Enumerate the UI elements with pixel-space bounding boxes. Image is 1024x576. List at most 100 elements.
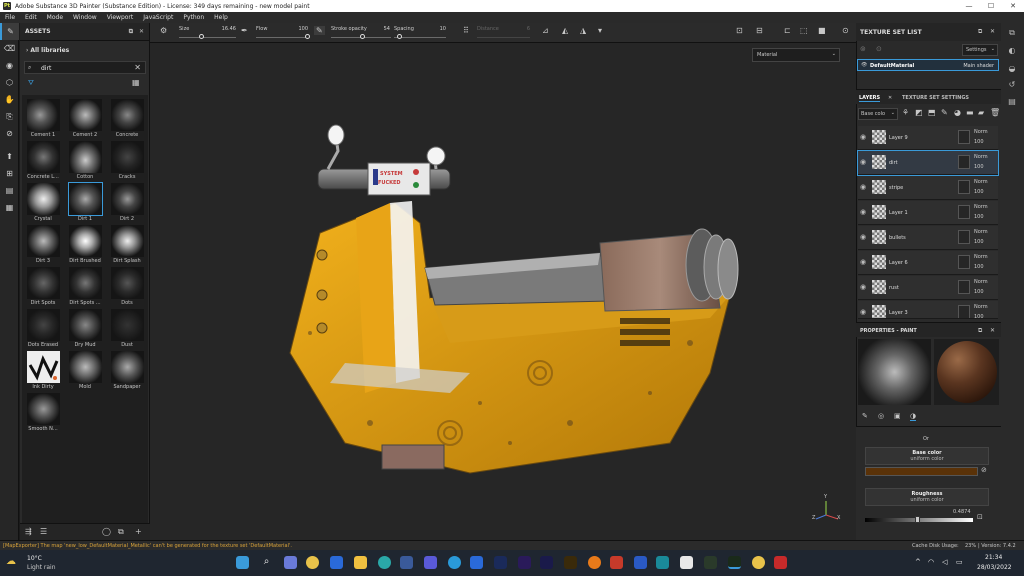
close-button[interactable]: ✕: [1002, 2, 1024, 10]
symmetry-mirror-icon[interactable]: ◮: [580, 26, 586, 35]
layer-opacity[interactable]: 100: [974, 139, 984, 145]
projection-tool[interactable]: ◉: [0, 57, 19, 74]
close-icon[interactable]: ✕: [990, 327, 995, 334]
wifi-icon[interactable]: ◠: [928, 558, 934, 566]
menu-mode[interactable]: Mode: [42, 14, 68, 21]
base-color-swatch[interactable]: [865, 467, 978, 476]
layer-row[interactable]: ◉ stripe Norm 100: [858, 176, 998, 200]
asset-thumbnail[interactable]: Ink Dirty: [24, 351, 62, 393]
assets-close-icon[interactable]: ✕: [139, 28, 144, 35]
tab-texture-set-settings[interactable]: TEXTURE SET SETTINGS: [902, 95, 969, 101]
history-icon[interactable]: ↺: [1002, 80, 1022, 94]
roughness-button[interactable]: Roughness uniform color: [865, 488, 989, 506]
add-folder-icon[interactable]: ▰: [978, 108, 984, 117]
menu-viewport[interactable]: Viewport: [102, 14, 139, 21]
roughness-slider-handle[interactable]: [914, 516, 920, 523]
add-icon[interactable]: +: [135, 527, 142, 536]
chrome-icon[interactable]: [306, 556, 319, 569]
asset-thumbnail[interactable]: Dust: [108, 309, 146, 351]
color-picker-tool[interactable]: ⊘: [0, 125, 19, 142]
eye-icon[interactable]: ◉: [860, 158, 866, 166]
spacing-value[interactable]: 10: [428, 26, 446, 32]
edge-icon[interactable]: [378, 556, 391, 569]
layer-opacity[interactable]: 100: [974, 314, 984, 318]
blend-mode[interactable]: Norm: [974, 179, 988, 185]
shader-settings-icon[interactable]: ◒: [1002, 64, 1022, 78]
size-slider[interactable]: [179, 34, 236, 39]
asset-thumbnail[interactable]: Dirt Spots: [24, 267, 62, 309]
video-camera-icon[interactable]: ■: [818, 26, 826, 35]
designer-icon[interactable]: [704, 556, 717, 569]
store-icon[interactable]: [400, 556, 413, 569]
zoom-icon[interactable]: [470, 556, 483, 569]
blend-mode[interactable]: Norm: [974, 129, 988, 135]
weather-temp[interactable]: 10°C: [27, 555, 42, 562]
eye-icon[interactable]: ◉: [860, 258, 866, 266]
asset-thumbnail[interactable]: Cement 1: [24, 99, 62, 141]
asset-thumbnail[interactable]: Dry Mud: [66, 309, 104, 351]
eye-icon[interactable]: ◉: [860, 208, 866, 216]
eraser-tool[interactable]: ⌫: [0, 40, 19, 57]
stroke-opacity-slider[interactable]: [331, 34, 391, 39]
flow-slider-handle[interactable]: [305, 34, 310, 39]
layer-opacity[interactable]: 100: [974, 264, 984, 270]
import-icon[interactable]: ⇶: [25, 527, 32, 536]
close-icon[interactable]: ✕: [990, 28, 995, 35]
app-icon[interactable]: [752, 556, 765, 569]
shader-name[interactable]: Main shader: [963, 63, 994, 69]
illustrator-icon[interactable]: [564, 556, 577, 569]
clock-date[interactable]: 28/03/2022: [977, 564, 1012, 571]
notepad-icon[interactable]: [680, 556, 693, 569]
menu-javascript[interactable]: JavaScript: [138, 14, 178, 21]
asset-thumbnail[interactable]: Concrete L...: [24, 141, 62, 183]
alignment-icon[interactable]: ⊿: [542, 26, 549, 35]
asset-thumbnail[interactable]: Dirt Spots ...: [66, 267, 104, 309]
maximize-button[interactable]: ☐: [980, 2, 1002, 10]
layer-tool[interactable]: ⊞: [0, 165, 19, 182]
clock-time[interactable]: 21:34: [985, 554, 1002, 561]
eyedropper-icon[interactable]: ⊡: [977, 513, 983, 521]
trash-icon[interactable]: 🗑: [990, 108, 1000, 117]
brush-alpha-preview[interactable]: [858, 339, 931, 405]
refresh-icon[interactable]: ◯: [102, 527, 111, 536]
asset-thumbnail[interactable]: Dots: [108, 267, 146, 309]
add-fill-icon[interactable]: ⬒: [928, 108, 936, 117]
photoshop-icon[interactable]: [494, 556, 507, 569]
polygon-fill-tool[interactable]: ⬡: [0, 74, 19, 91]
tab-layers[interactable]: LAYERS: [859, 95, 881, 102]
blend-mode[interactable]: Norm: [974, 279, 988, 285]
menu-help[interactable]: Help: [209, 14, 233, 21]
filter-icon[interactable]: ⛛: [28, 79, 34, 88]
volume-icon[interactable]: ◁: [942, 558, 947, 566]
search-icon[interactable]: ⌕: [260, 556, 273, 569]
tray-chevron-icon[interactable]: ^: [915, 558, 921, 566]
file-explorer-icon[interactable]: [354, 556, 367, 569]
app-icon[interactable]: [774, 556, 787, 569]
eye-icon[interactable]: 👁: [861, 62, 867, 68]
symmetry-icon[interactable]: ◭: [562, 26, 568, 35]
menu-file[interactable]: File: [0, 14, 20, 21]
start-icon[interactable]: [236, 556, 249, 569]
stroke-opacity-value[interactable]: 54: [372, 26, 390, 32]
clone-tool[interactable]: ⎘: [0, 108, 19, 125]
asset-thumbnail[interactable]: Smooth N...: [24, 393, 62, 435]
layer-opacity[interactable]: 100: [974, 289, 984, 295]
teams-icon[interactable]: [424, 556, 437, 569]
asset-thumbnail[interactable]: Dirt Brushed: [66, 225, 104, 267]
roughness-slider[interactable]: [865, 516, 973, 523]
float-icon[interactable]: ⧉: [978, 327, 982, 335]
log-icon[interactable]: ▤: [1002, 97, 1022, 111]
weather-condition[interactable]: Light rain: [27, 564, 56, 571]
asset-search-box[interactable]: ⌕ dirt ✕: [24, 61, 146, 74]
asset-thumbnail[interactable]: Crystal: [24, 183, 62, 225]
split-view-icon[interactable]: ⊏: [784, 26, 791, 35]
distance-value[interactable]: 6: [512, 26, 530, 32]
texture-set-item[interactable]: 👁 DefaultMaterial Main shader: [857, 59, 999, 71]
material-preview[interactable]: [934, 339, 999, 405]
stroke-opacity-handle[interactable]: [360, 34, 365, 39]
asset-thumbnail[interactable]: Dirt Splash: [108, 225, 146, 267]
stencil-icon[interactable]: ▣: [894, 412, 901, 420]
clear-search-icon[interactable]: ✕: [134, 63, 141, 72]
brush-icon[interactable]: ✎: [862, 412, 868, 420]
eye-icon[interactable]: ◉: [860, 183, 866, 191]
